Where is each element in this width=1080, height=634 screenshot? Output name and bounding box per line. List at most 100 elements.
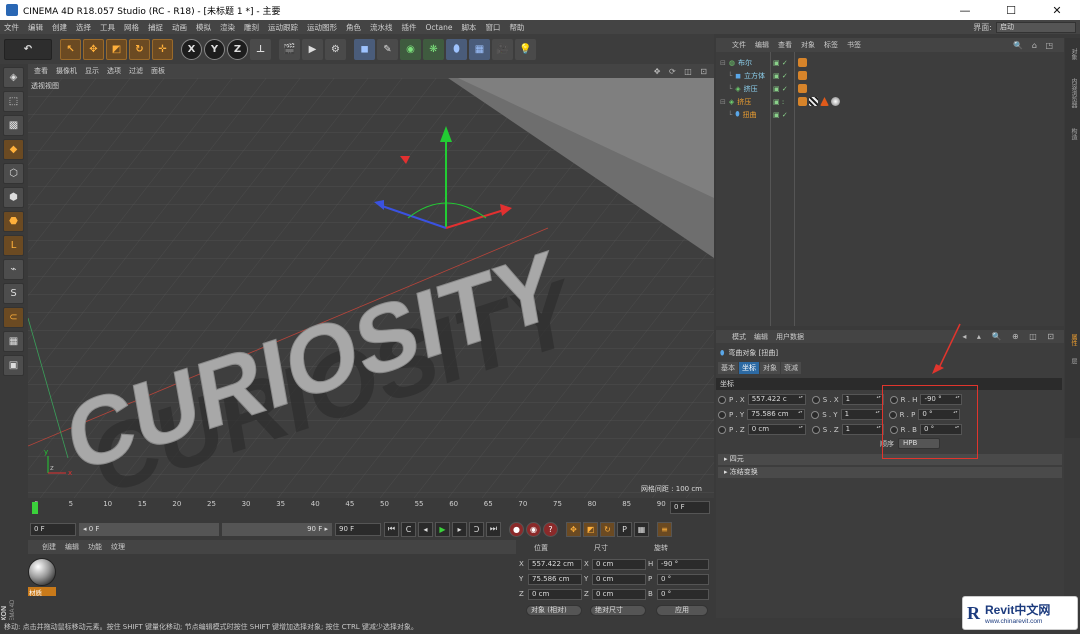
x-axis-lock-button[interactable]: X [181,38,202,60]
attr-tab-falloff[interactable]: 衰减 [781,362,801,374]
attr-nav-icons[interactable]: ◂ ▴ 🔍 ⊕ ◫ ⊡ [962,332,1058,341]
visibility-checks-icon[interactable]: ▣ ✓ [773,85,795,93]
attr-menu-edit[interactable]: 编辑 [754,332,768,342]
animate-radio-icon[interactable] [811,395,820,404]
key-position-icon[interactable]: ✥ [566,521,581,537]
attr-tab-basic[interactable]: 基本 [718,362,738,374]
timeline-settings-icon[interactable]: ≡ [657,521,672,537]
object-row-cube[interactable]: └ ◼ 立方体 ▣ ✓ [716,69,1064,82]
z-axis-lock-button[interactable]: Z [227,38,248,60]
animate-radio-icon[interactable] [718,395,726,404]
obj-menu-edit[interactable]: 编辑 [755,40,769,50]
coord-apply-button[interactable]: 应用 [656,605,708,616]
attr-py-field[interactable]: 75.586 cm [747,409,806,420]
menu-script[interactable]: 脚本 [461,22,476,33]
coord-pos-y-field[interactable]: 75.586 cm [528,574,582,585]
points-mode-icon[interactable]: ⬡ [3,163,24,184]
minimize-button[interactable]: — [942,0,988,20]
autokey-icon[interactable]: ◉ [526,521,541,537]
model-mode-icon[interactable]: ⬚ [3,91,24,112]
pen-spline-icon[interactable]: ✎ [377,38,398,60]
layout-select[interactable]: 启动 [996,21,1076,33]
y-axis-lock-button[interactable]: Y [204,38,225,60]
menu-edit[interactable]: 编辑 [28,22,43,33]
visibility-checks-icon[interactable]: ▣ ✓ [773,72,795,80]
menu-animate[interactable]: 动画 [172,22,187,33]
coord-rot-p-field[interactable]: 0 ° [657,574,709,585]
lock-workplane-icon[interactable]: ▣ [3,355,24,376]
tab-layers[interactable]: 层 [1067,358,1078,364]
coord-size-mode-select[interactable]: 绝对尺寸 [590,605,646,616]
obj-menu-view[interactable]: 查看 [778,40,792,50]
menu-character[interactable]: 角色 [346,22,361,33]
key-pla-icon[interactable]: ▦ [634,521,649,537]
subdivision-surface-icon[interactable]: ◉ [400,38,421,60]
viewport-nav-icons[interactable]: ✥ ⟳ ◫ ⊡ [654,67,710,76]
tab-content-browser[interactable]: 内容浏览器 [1067,78,1078,108]
object-row-extrude[interactable]: └ ◈ 挤压 ▣ ✓ [716,82,1064,95]
obj-menu-bookmarks[interactable]: 书签 [847,40,861,50]
render-settings-icon[interactable]: ⚙ [325,38,346,60]
texture-mode-icon[interactable]: ▩ [3,115,24,136]
workplane-icon[interactable]: ◆ [3,139,24,160]
end-frame-field[interactable]: 90 F [335,522,381,536]
viewport-menu-panel[interactable]: 面板 [151,66,165,76]
section-freeze-transform[interactable]: ▸ 冻结变换 [718,467,1062,478]
attr-sz-field[interactable]: 1 [841,424,884,435]
select-tool-icon[interactable]: ↖ [60,38,81,60]
range-start-slider[interactable]: ◂ 0 F [79,522,219,536]
array-generator-icon[interactable]: ❋ [423,38,444,60]
magnet-icon[interactable]: ⊂ [3,307,24,328]
deformer-icon[interactable]: ⬮ [446,38,467,60]
render-view-icon[interactable]: 🎬 [279,38,300,60]
material-menu-edit[interactable]: 编辑 [65,542,79,552]
material-menu-create[interactable]: 创建 [42,542,56,552]
cube-primitive-icon[interactable]: ◼ [354,38,375,60]
playhead-marker[interactable] [32,502,38,514]
close-button[interactable]: ✕ [1034,0,1080,20]
coordinate-system-icon[interactable]: ⊥ [250,38,271,60]
axis-mode-icon[interactable]: L [3,235,24,256]
go-to-start-icon[interactable]: ⏮ [384,521,399,537]
menu-select[interactable]: 选择 [76,22,91,33]
obj-search-icons[interactable]: 🔍 ⌂ ◳ [1013,41,1056,50]
menu-help[interactable]: 帮助 [509,22,524,33]
next-key-icon[interactable]: Ↄ [469,521,484,537]
menu-plugins[interactable]: 插件 [402,22,417,33]
play-icon[interactable]: ▶ [435,521,450,537]
menu-snap[interactable]: 捕捉 [148,22,163,33]
key-parameter-icon[interactable]: P [617,521,632,537]
grid-snap-icon[interactable]: ▦ [3,331,24,352]
previous-frame-icon[interactable]: ◂ [418,521,433,537]
move-tool-icon[interactable]: ✥ [83,38,104,60]
obj-menu-objects[interactable]: 对象 [801,40,815,50]
attr-tab-object[interactable]: 对象 [760,362,780,374]
attr-sy-field[interactable]: 1 [840,409,883,420]
object-row-extrude-selected[interactable]: ⊟ ◈ 挤压 ▣ : [716,95,1064,108]
make-editable-icon[interactable]: ◈ [3,67,24,88]
menu-file[interactable]: 文件 [4,22,19,33]
animate-radio-icon[interactable] [718,410,726,419]
material-menu-texture[interactable]: 纹理 [111,542,125,552]
object-row-boole[interactable]: ⊟ ◍ 布尔 ▣ ✓ [716,56,1064,69]
menu-simulate[interactable]: 模拟 [196,22,211,33]
menu-window[interactable]: 窗口 [485,22,500,33]
go-to-end-icon[interactable]: ⏭ [486,521,501,537]
range-end-slider[interactable]: 90 F ▸ [222,522,332,536]
floor-icon[interactable]: ▦ [469,38,490,60]
animate-radio-icon[interactable] [811,425,820,434]
coord-size-z-field[interactable]: 0 cm [592,589,646,600]
attr-menu-userdata[interactable]: 用户数据 [776,332,804,342]
coord-size-y-field[interactable]: 0 cm [592,574,646,585]
visibility-checks-icon[interactable]: ▣ ✓ [773,59,795,67]
coord-pos-x-field[interactable]: 557.422 cm [528,559,582,570]
menu-pipeline[interactable]: 流水线 [370,22,393,33]
tab-attributes[interactable]: 属性 [1067,334,1078,346]
coord-rot-h-field[interactable]: -90 ° [657,559,709,570]
attr-menu-mode[interactable]: 模式 [732,332,746,342]
edges-mode-icon[interactable]: ⬢ [3,187,24,208]
maximize-button[interactable]: ☐ [988,0,1034,20]
current-frame-field[interactable]: 0 F [670,501,710,514]
start-frame-field[interactable]: 0 F [30,522,76,536]
object-row-bend[interactable]: └ ⬮ 扭曲 ▣ ✓ [716,108,1064,121]
